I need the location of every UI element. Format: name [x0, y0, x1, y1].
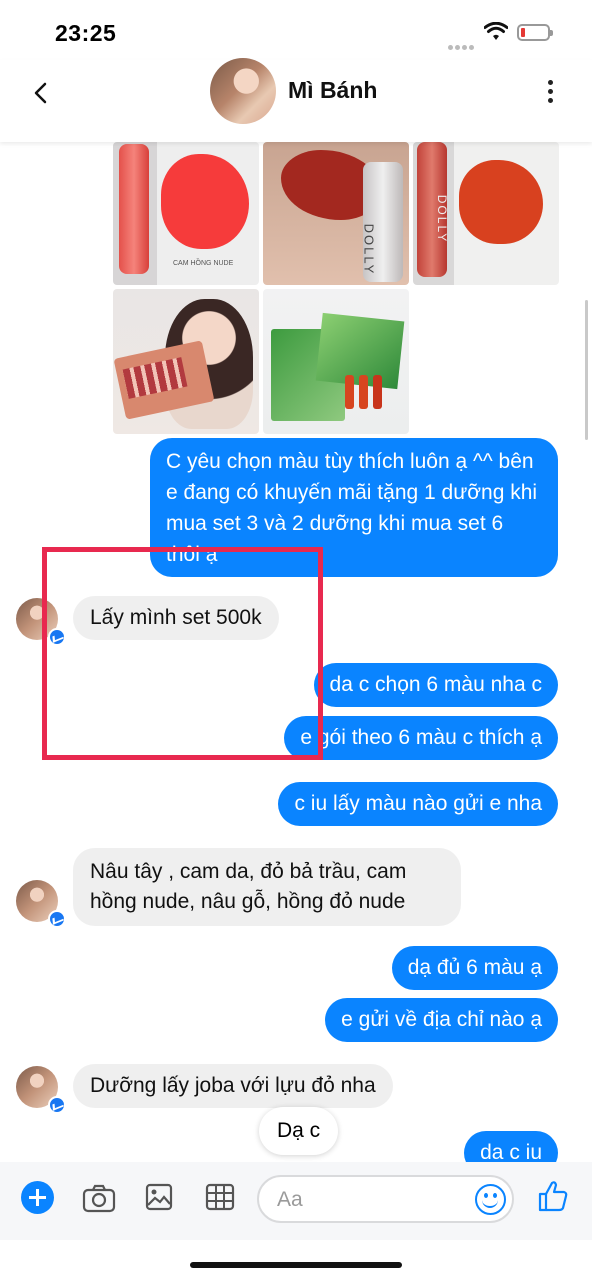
messenger-badge-icon	[48, 1096, 66, 1114]
gallery-icon[interactable]	[145, 1183, 173, 1211]
shared-photo[interactable]	[263, 289, 409, 434]
message-input[interactable]	[257, 1175, 514, 1223]
status-bar: 23:25	[0, 0, 592, 60]
shared-photo[interactable]: CAM HỒNG NUDE	[113, 142, 259, 285]
message-incoming[interactable]: Lấy mình set 500k	[73, 596, 279, 640]
message-outgoing[interactable]: da c chọn 6 màu nha c	[313, 663, 558, 707]
highlight-annotation	[42, 547, 323, 760]
shared-photo[interactable]	[113, 289, 259, 434]
messenger-badge-icon	[48, 628, 66, 646]
contact-name[interactable]: Mì Bánh	[288, 77, 377, 104]
shared-photo[interactable]: DOLLY	[263, 142, 409, 285]
messenger-badge-icon	[48, 910, 66, 928]
sticker-grid-icon[interactable]	[205, 1183, 235, 1211]
message-outgoing[interactable]: dạ đủ 6 màu ạ	[391, 946, 558, 990]
photo-label: DOLLY	[361, 223, 377, 276]
message-composer	[0, 1162, 592, 1240]
home-indicator[interactable]	[190, 1262, 402, 1268]
message-text-field[interactable]	[277, 1187, 457, 1213]
chat-header: Mì Bánh	[0, 58, 592, 142]
message-incoming[interactable]: Dưỡng lấy joba với lựu đỏ nha	[73, 1064, 393, 1108]
like-thumb-icon[interactable]	[537, 1179, 569, 1213]
photo-label: DOLLY	[435, 194, 450, 244]
quick-reply-popup[interactable]: Dạ c	[259, 1107, 339, 1155]
scrollbar[interactable]	[585, 300, 588, 440]
status-time: 23:25	[55, 20, 117, 46]
message-outgoing[interactable]: e gói theo 6 màu c thích ạ	[284, 716, 558, 760]
photo-caption: CAM HỒNG NUDE	[173, 260, 234, 267]
message-incoming[interactable]: Nâu tây , cam da, đỏ bả trầu, cam hồng n…	[73, 848, 461, 926]
wifi-icon	[484, 22, 508, 40]
message-outgoing[interactable]: C yêu chọn màu tùy thích luôn ạ ^^ bên e…	[150, 438, 558, 577]
contact-avatar[interactable]	[210, 58, 276, 124]
signal-icon	[448, 37, 476, 55]
camera-icon[interactable]	[82, 1183, 116, 1213]
back-icon[interactable]	[26, 78, 56, 108]
add-icon[interactable]	[21, 1181, 54, 1214]
more-options-icon[interactable]	[543, 80, 557, 106]
message-outgoing[interactable]: c iu lấy màu nào gửi e nha	[278, 782, 558, 826]
shared-photo[interactable]: DOLLY	[413, 142, 559, 285]
message-outgoing[interactable]: e gửi về địa chỉ nào ạ	[325, 998, 558, 1042]
battery-icon	[517, 24, 553, 41]
emoji-icon[interactable]	[475, 1184, 506, 1215]
